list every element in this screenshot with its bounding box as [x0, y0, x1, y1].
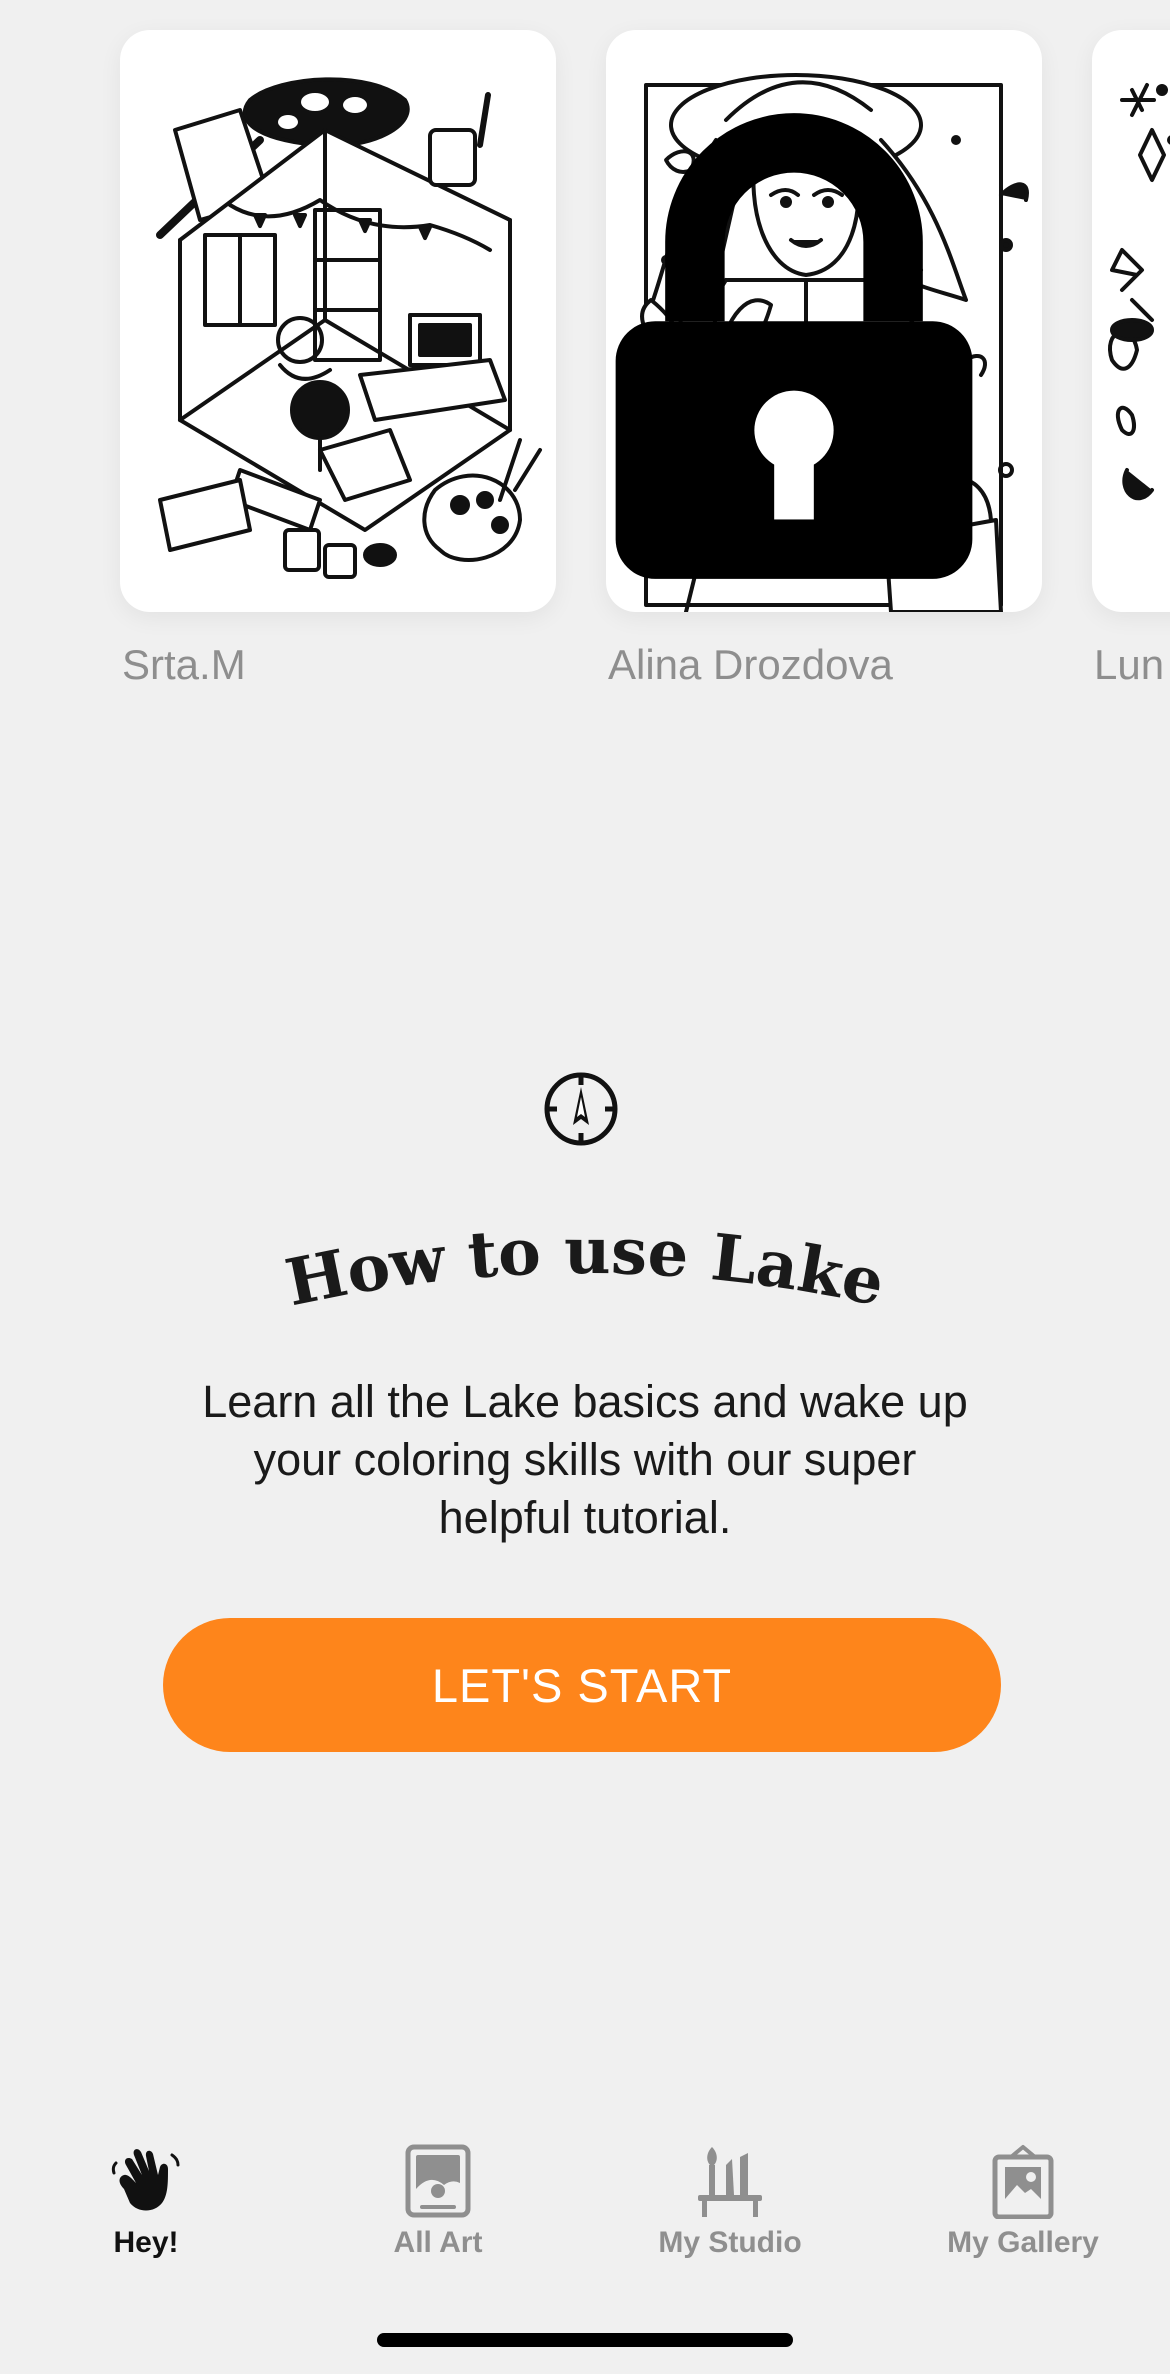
tab-all-art[interactable]: All Art [328, 2130, 548, 2280]
picture-frame-icon [405, 2144, 471, 2218]
tab-label: All Art [393, 2226, 483, 2259]
featured-art-carousel[interactable]: Srta.M Alina Drozdova Lun [0, 0, 1170, 720]
tutorial-description: Learn all the Lake basics and wake up yo… [202, 1376, 968, 1543]
tab-my-studio[interactable]: My Studio [620, 2130, 840, 2280]
doodle-flowers-illustration [1108, 83, 1170, 501]
tab-label: My Studio [658, 2226, 802, 2259]
artist-name: Alina Drozdova [608, 641, 893, 688]
tutorial-title: How to use Lake [0, 1222, 1170, 1312]
artist-studio-room-illustration [156, 77, 542, 579]
tab-label: Hey! [113, 2226, 179, 2259]
tab-bar: Hey! All Art My Studio My Gallery [0, 2130, 1170, 2280]
art-card-srta-m[interactable] [120, 30, 556, 612]
lock-icon [615, 113, 973, 579]
home-indicator [377, 2333, 793, 2347]
lets-start-button[interactable]: LET'S START [163, 1618, 1001, 1752]
waving-hand-icon [111, 2149, 180, 2211]
artist-name: Lun [1094, 641, 1165, 688]
tab-label: My Gallery [947, 2226, 1099, 2259]
tab-hey[interactable]: Hey! [36, 2130, 256, 2280]
artist-name: Srta.M [122, 641, 246, 688]
brushes-icon [698, 2147, 762, 2217]
gallery-easel-icon [992, 2145, 1054, 2219]
tutorial-title-text: How to use Lake [280, 1222, 891, 1312]
compass-icon [544, 1072, 618, 1146]
svg-text:How to use Lake: How to use Lake [280, 1222, 891, 1312]
art-card-lun[interactable] [1092, 30, 1170, 612]
art-card-alina-drozdova[interactable] [606, 30, 1042, 612]
tab-my-gallery[interactable]: My Gallery [913, 2130, 1133, 2280]
